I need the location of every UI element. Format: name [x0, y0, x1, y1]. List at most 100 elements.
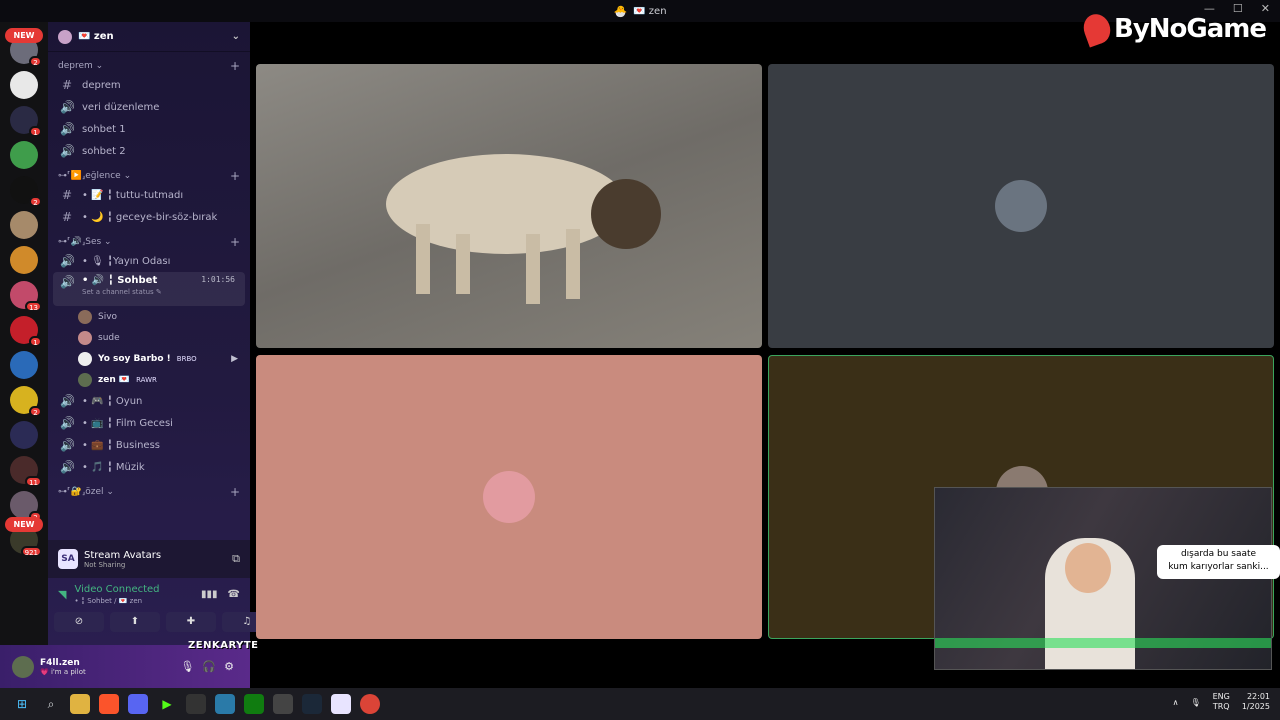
microphone-icon[interactable]: 🎙 — [180, 660, 194, 673]
xbox-icon[interactable] — [244, 694, 264, 714]
screen-share-icon[interactable]: ⧉ — [232, 552, 240, 566]
channel-label: • 🎙 ╏Yayın Odası — [82, 255, 171, 267]
unread-badge: 2 — [29, 406, 42, 417]
windows-start-icon[interactable]: ⊞ — [12, 694, 32, 714]
steam-icon[interactable] — [302, 694, 322, 714]
add-channel-icon[interactable]: + — [230, 485, 240, 499]
add-channel-icon[interactable]: + — [230, 59, 240, 73]
streamer-overlay-name: ZENKARYTE — [188, 640, 259, 651]
category-ozel[interactable]: ⊶⸢🔐⸥özel ⌄ + — [48, 484, 250, 500]
new-pill: NEW — [5, 28, 43, 43]
voice-connection-panel: ◥ Video Connected • ╏ Sohbet / 💌 zen ▮▮▮… — [48, 580, 272, 638]
clock-time: 22:01 — [1246, 692, 1270, 701]
search-icon[interactable]: ⌕ — [41, 694, 61, 714]
chevron-up-icon[interactable]: ∧ — [1173, 698, 1179, 707]
channel-sohbet-active[interactable]: 🔊 • 🔊 ╏ Sohbet Set a channel status ✎ 1:… — [53, 272, 245, 306]
server-icon[interactable] — [10, 141, 38, 169]
server-header[interactable]: 💌 zen ⌄ — [48, 22, 250, 52]
video-tile-dog[interactable] — [256, 64, 762, 348]
media-player-icon[interactable]: ▶ — [157, 694, 177, 714]
app-icon[interactable] — [215, 694, 235, 714]
server-icon[interactable] — [10, 246, 38, 274]
noise-suppression-icon[interactable]: ▮▮▮ — [201, 589, 218, 600]
settings-gear-icon[interactable]: ⚙ — [224, 660, 234, 673]
channel-label: • 🎮 ╏ Oyun — [82, 395, 143, 407]
windows-taskbar: ⊞ ⌕ ▶ ∧ 🎙 ENG TRQ 22:01 1/2025 — [0, 688, 1280, 720]
speaker-icon: 🔊 — [60, 394, 75, 408]
voice-member[interactable]: zen 💌 RAWR — [48, 369, 250, 390]
stream-avatars-taskbar-icon[interactable] — [331, 694, 351, 714]
hashtag-icon: # — [61, 188, 73, 202]
file-explorer-icon[interactable] — [70, 694, 90, 714]
server-list: NEW 2 1 2 13 1 2 11 2 921 NEW — [0, 22, 48, 688]
user-status: 💗 i'm a pilot — [40, 667, 86, 676]
avatar — [78, 330, 92, 345]
server-icon[interactable] — [10, 351, 38, 379]
channel-sohbet2[interactable]: 🔊 sohbet 2 — [48, 140, 250, 162]
obs-icon[interactable] — [273, 694, 293, 714]
clock[interactable]: 22:01 1/2025 — [1242, 692, 1270, 712]
connection-channel: • ╏ Sohbet / 💌 zen — [74, 597, 143, 605]
chevron-down-icon[interactable]: ⌄ — [232, 31, 240, 42]
language-indicator[interactable]: ENG TRQ — [1213, 692, 1230, 712]
lang-primary: ENG — [1212, 692, 1230, 701]
channel-sohbet1[interactable]: 🔊 sohbet 1 — [48, 118, 250, 140]
microphone-tray-icon[interactable]: 🎙 — [1190, 698, 1200, 707]
server-icon[interactable]: 2 — [10, 386, 42, 417]
server-icon[interactable] — [10, 421, 38, 449]
signal-icon: ◥ — [58, 588, 67, 601]
headphones-icon[interactable]: 🎧 — [202, 660, 216, 673]
video-tile-user[interactable] — [256, 355, 762, 639]
server-icon[interactable]: 1 — [10, 106, 42, 137]
participant-avatar — [995, 180, 1047, 232]
server-icon[interactable]: 2 — [10, 176, 42, 207]
category-ses[interactable]: ⊶⸢🔊⸥Ses ⌄ + — [48, 234, 250, 250]
channel-label: • 🔊 ╏ Sohbet — [82, 275, 158, 286]
voice-member[interactable]: Yo soy Barbo ! BRBO ▶ — [48, 348, 250, 369]
member-name: sude — [98, 332, 120, 343]
chrome-icon[interactable] — [360, 694, 380, 714]
channel-oyun[interactable]: 🔊 • 🎮 ╏ Oyun — [48, 390, 250, 412]
channel-deprem[interactable]: # deprem — [48, 74, 250, 96]
hashtag-icon: # — [61, 78, 73, 92]
camera-off-button[interactable]: ⊘ — [54, 612, 104, 632]
channel-veri[interactable]: 🔊 veri düzenleme — [48, 96, 250, 118]
server-icon[interactable]: 2 — [10, 491, 42, 522]
channel-business[interactable]: 🔊 • 💼 ╏ Business — [48, 434, 250, 456]
speech-line-2: kum karıyorlar sanki... — [1168, 562, 1269, 572]
video-tile-user[interactable] — [768, 64, 1274, 348]
unread-badge: 2 — [29, 56, 42, 67]
share-screen-button[interactable]: ⬆ — [110, 612, 160, 632]
channel-film[interactable]: 🔊 • 📺 ╏ Film Gecesi — [48, 412, 250, 434]
discord-icon[interactable] — [128, 694, 148, 714]
add-channel-icon[interactable]: + — [230, 169, 240, 183]
add-channel-icon[interactable]: + — [230, 235, 240, 249]
voice-member[interactable]: sude — [48, 327, 250, 348]
brave-browser-icon[interactable] — [99, 694, 119, 714]
channel-yayin[interactable]: 🔊 • 🎙 ╏Yayın Odası — [48, 250, 250, 272]
category-deprem[interactable]: deprem ⌄ + — [48, 58, 250, 74]
channel-label: • 🎵 ╏ Müzik — [82, 461, 145, 473]
streamer-face — [1065, 543, 1111, 593]
channel-muzik[interactable]: 🔊 • 🎵 ╏ Müzik — [48, 456, 250, 478]
server-icon[interactable]: 1 — [10, 316, 42, 347]
category-eglence[interactable]: ⊶⸢▶️⸥eğlence ⌄ + — [48, 168, 250, 184]
activities-button[interactable]: ✚ — [166, 612, 216, 632]
user-avatar[interactable] — [12, 655, 34, 678]
server-icon[interactable] — [10, 211, 38, 239]
new-pill: NEW — [5, 517, 43, 532]
unread-badge: 2 — [29, 196, 42, 207]
channel-geceye[interactable]: # • 🌙 ╏ geceye-bir-söz-bırak — [48, 206, 250, 228]
stream-avatars-panel[interactable]: SA Stream Avatars Not Sharing ⧉ — [48, 540, 250, 578]
channel-tuttu[interactable]: # • 📝 ╏ tuttu-tutmadı — [48, 184, 250, 206]
category-label: ⊶⸢🔊⸥Ses — [58, 237, 102, 247]
member-tag: RAWR — [136, 375, 157, 384]
speaker-icon: 🔊 — [60, 416, 75, 430]
server-icon[interactable]: 11 — [10, 456, 42, 487]
server-icon[interactable]: 13 — [10, 281, 42, 312]
server-icon[interactable] — [10, 71, 38, 99]
channel-status[interactable]: Set a channel status ✎ — [82, 288, 162, 296]
app-icon[interactable] — [186, 694, 206, 714]
disconnect-icon[interactable]: ☎ — [228, 589, 240, 600]
voice-member[interactable]: Sivo — [48, 306, 250, 327]
